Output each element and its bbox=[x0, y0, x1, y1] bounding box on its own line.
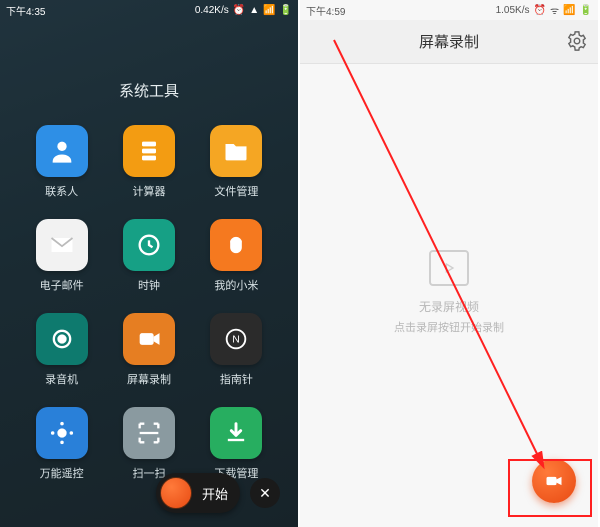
signal-icon: 📶 bbox=[263, 5, 275, 16]
app-contacts[interactable]: 联系人 bbox=[18, 125, 105, 199]
status-bar-right: 下午4:59 1.05K/s ⏰ ᯤ 📶 🔋 bbox=[300, 0, 598, 20]
empty-state: 无录屏视频 点击录屏按钮开始录制 bbox=[300, 250, 598, 335]
status-time: 下午4:59 bbox=[306, 3, 345, 18]
status-net: 0.42K/s bbox=[195, 5, 229, 16]
app-recorder[interactable]: 录音机 bbox=[18, 313, 105, 387]
app-label: 屏幕录制 bbox=[127, 371, 171, 387]
app-email[interactable]: 电子邮件 bbox=[18, 219, 105, 293]
app-label: 指南针 bbox=[220, 371, 253, 387]
empty-line2: 点击录屏按钮开始录制 bbox=[300, 319, 598, 335]
battery-icon: 🔋 bbox=[280, 5, 292, 16]
right-phone: 下午4:59 1.05K/s ⏰ ᯤ 📶 🔋 屏幕录制 无录屏视频 点击录屏按钮… bbox=[300, 0, 598, 527]
mymi-icon bbox=[210, 219, 262, 271]
gear-icon bbox=[566, 30, 588, 52]
app-download[interactable]: 下载管理 bbox=[193, 407, 280, 481]
app-label: 联系人 bbox=[45, 183, 78, 199]
compass-icon: N bbox=[210, 313, 262, 365]
app-calculator[interactable]: 计算器 bbox=[105, 125, 192, 199]
app-mymi[interactable]: 我的小米 bbox=[193, 219, 280, 293]
calculator-icon bbox=[123, 125, 175, 177]
app-label: 我的小米 bbox=[214, 277, 258, 293]
recorder-icon bbox=[36, 313, 88, 365]
alarm-icon: ⏰ bbox=[233, 5, 245, 16]
alarm-icon: ⏰ bbox=[534, 5, 546, 16]
app-label: 文件管理 bbox=[214, 183, 258, 199]
app-remote[interactable]: 万能遥控 bbox=[18, 407, 105, 481]
app-label: 电子邮件 bbox=[40, 277, 84, 293]
play-placeholder-icon bbox=[429, 250, 469, 286]
download-icon bbox=[210, 407, 262, 459]
app-scan[interactable]: 扫一扫 bbox=[105, 407, 192, 481]
clock-icon bbox=[123, 219, 175, 271]
contacts-icon bbox=[36, 125, 88, 177]
record-bar: 开始 ✕ bbox=[156, 473, 280, 513]
app-compass[interactable]: N 指南针 bbox=[193, 313, 280, 387]
app-screenrec[interactable]: 屏幕录制 bbox=[105, 313, 192, 387]
record-dot-icon bbox=[160, 477, 192, 509]
scan-icon bbox=[123, 407, 175, 459]
annotation-box bbox=[508, 459, 592, 517]
svg-text:N: N bbox=[233, 334, 241, 346]
app-label: 时钟 bbox=[138, 277, 160, 293]
close-button[interactable]: ✕ bbox=[250, 478, 280, 508]
app-label: 计算器 bbox=[132, 183, 165, 199]
wifi-icon: ᯤ bbox=[550, 3, 559, 17]
status-net: 1.05K/s bbox=[496, 5, 530, 16]
status-time: 下午4:35 bbox=[6, 3, 45, 18]
app-files[interactable]: 文件管理 bbox=[193, 125, 280, 199]
header-title: 屏幕录制 bbox=[419, 31, 479, 52]
files-icon bbox=[210, 125, 262, 177]
left-phone: 下午4:35 0.42K/s ⏰ ▲ 📶 🔋 系统工具 联系人 计算器 文件管理电子… bbox=[0, 0, 298, 527]
app-clock[interactable]: 时钟 bbox=[105, 219, 192, 293]
signal-icon: 📶 bbox=[563, 5, 575, 16]
battery-icon: 🔋 bbox=[580, 5, 592, 16]
screenrec-icon bbox=[123, 313, 175, 365]
start-label: 开始 bbox=[202, 484, 234, 503]
start-record-button[interactable]: 开始 bbox=[156, 473, 240, 513]
empty-line1: 无录屏视频 bbox=[300, 298, 598, 315]
email-icon bbox=[36, 219, 88, 271]
status-bar-left: 下午4:35 0.42K/s ⏰ ▲ 📶 🔋 bbox=[0, 0, 298, 20]
app-header: 屏幕录制 bbox=[300, 20, 598, 64]
wifi-icon: ▲ bbox=[249, 5, 259, 16]
app-label: 万能遥控 bbox=[40, 465, 84, 481]
app-label: 录音机 bbox=[45, 371, 78, 387]
settings-button[interactable] bbox=[566, 30, 588, 57]
folder-title: 系统工具 bbox=[0, 80, 298, 101]
app-grid: 联系人 计算器 文件管理电子邮件 时钟 我的小米录音机 屏幕录制 N 指南针万能遥控 扫一扫下载… bbox=[0, 125, 298, 481]
remote-icon bbox=[36, 407, 88, 459]
